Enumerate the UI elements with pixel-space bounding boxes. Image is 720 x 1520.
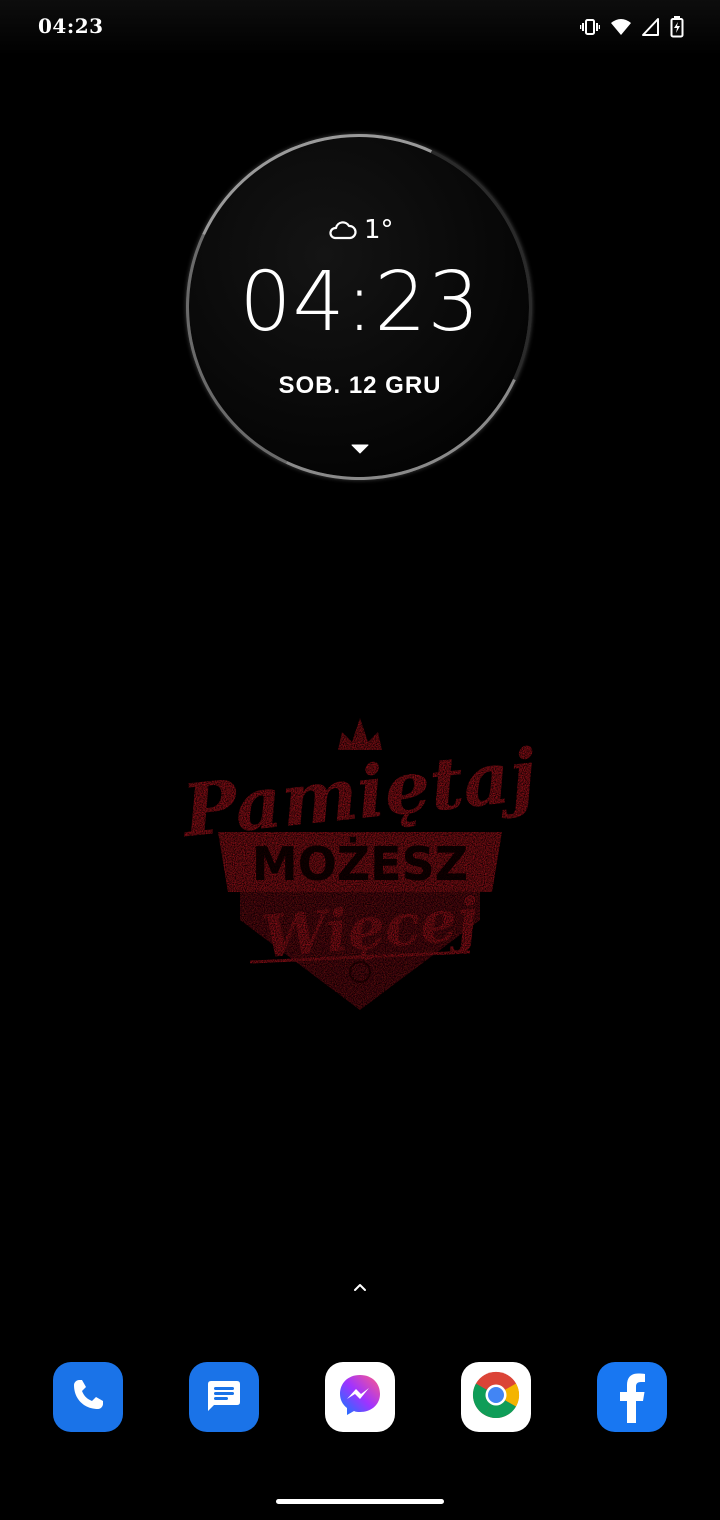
dock (0, 1362, 720, 1432)
phone-icon (66, 1373, 110, 1422)
facebook-icon (610, 1367, 654, 1428)
status-icons (580, 16, 684, 38)
facebook-app[interactable] (597, 1362, 667, 1432)
app-drawer-hint[interactable] (352, 1280, 368, 1298)
chevron-up-icon (352, 1280, 368, 1297)
phone-app[interactable] (53, 1362, 123, 1432)
cell-signal-icon (642, 17, 660, 37)
caret-down-icon[interactable] (351, 442, 369, 460)
clock-time[interactable]: 04:23 (0, 262, 720, 344)
messenger-app[interactable] (325, 1362, 395, 1432)
gesture-nav-handle[interactable] (276, 1499, 444, 1504)
chrome-icon (471, 1370, 521, 1425)
partly-cloudy-night-icon (326, 212, 358, 247)
messages-app[interactable] (189, 1362, 259, 1432)
clock-date[interactable]: SOB. 12 GRU (0, 372, 720, 400)
wallpaper-text-middle: MOŻESZ (252, 837, 468, 891)
temperature: 1° (364, 214, 394, 245)
wallpaper-logo: MOŻESZ Pamiętaj Więcej (170, 710, 550, 1020)
vibrate-icon (580, 17, 600, 37)
status-bar[interactable]: 04:23 (0, 0, 720, 56)
chrome-app[interactable] (461, 1362, 531, 1432)
status-time: 04:23 (38, 14, 104, 38)
messenger-icon (336, 1371, 384, 1424)
messages-icon (202, 1373, 246, 1422)
weather[interactable]: 1° (326, 212, 394, 247)
battery-charging-icon (670, 16, 684, 38)
wifi-icon (610, 17, 632, 37)
